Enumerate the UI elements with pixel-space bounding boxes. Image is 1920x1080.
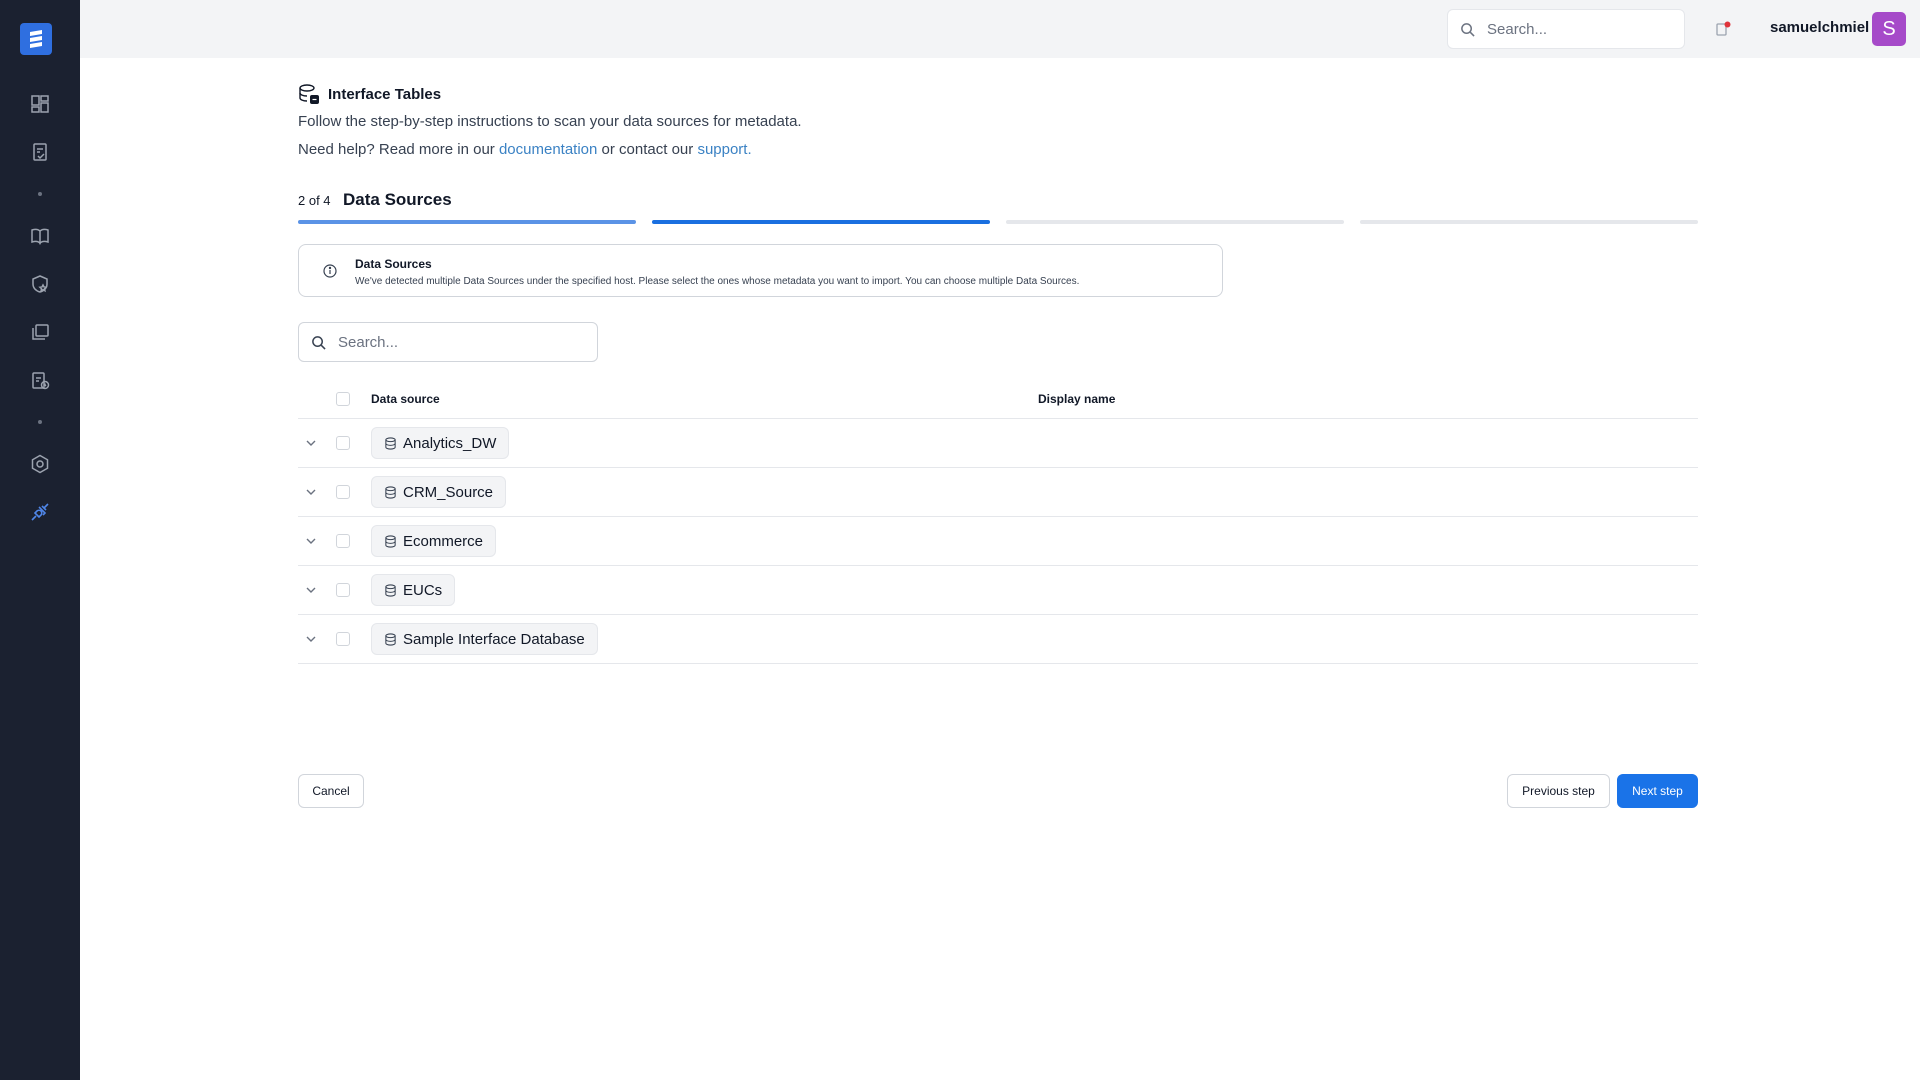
clipboard-clock-icon[interactable]	[28, 368, 52, 392]
topbar: samuelchmiel S	[80, 0, 1920, 58]
table-header: Data source Display name	[298, 379, 1698, 419]
table-row[interactable]: EUCs	[298, 566, 1698, 615]
chevron-down-icon[interactable]	[304, 534, 318, 548]
page-title: Interface Tables	[328, 85, 442, 103]
database-icon	[385, 436, 396, 450]
data-source-table: Data source Display name Analytics_DW CR…	[298, 379, 1698, 664]
info-description: We've detected multiple Data Sources und…	[355, 276, 1080, 287]
settings-hex-icon[interactable]	[28, 452, 52, 476]
row-checkbox[interactable]	[336, 485, 350, 499]
progress-step-2	[652, 220, 990, 224]
data-source-chip[interactable]: Ecommerce	[371, 525, 497, 557]
data-source-name: CRM_Source	[403, 483, 494, 501]
row-checkbox[interactable]	[336, 583, 350, 597]
chevron-down-icon[interactable]	[304, 436, 318, 450]
chevron-down-icon[interactable]	[304, 485, 318, 499]
help-text: Need help? Read more in our documentatio…	[298, 141, 752, 158]
nav-separator-dot	[38, 192, 42, 196]
global-search-input[interactable]	[1487, 20, 1667, 38]
data-source-chip[interactable]: Analytics_DW	[371, 427, 510, 459]
database-icon	[385, 485, 396, 499]
column-header-data-source: Data source	[371, 392, 440, 406]
table-search-box[interactable]	[298, 322, 598, 362]
next-step-button[interactable]: Next step	[1617, 774, 1698, 808]
dashboard-icon[interactable]	[28, 92, 52, 116]
progress-step-1	[298, 220, 636, 224]
row-checkbox[interactable]	[336, 534, 350, 548]
progress-step-3	[1006, 220, 1344, 224]
data-source-name: Analytics_DW	[403, 434, 497, 452]
nav-separator-dot	[38, 420, 42, 424]
avatar[interactable]: S	[1872, 12, 1906, 46]
app-logo-icon[interactable]	[20, 23, 52, 55]
table-row[interactable]: Analytics_DW	[298, 419, 1698, 468]
data-source-chip[interactable]: Sample Interface Database	[371, 623, 598, 655]
data-source-chip[interactable]: CRM_Source	[371, 476, 507, 508]
info-icon	[323, 264, 337, 278]
step-count: 2 of 4	[298, 193, 331, 208]
table-search-input[interactable]	[338, 333, 578, 351]
notification-bell-icon[interactable]	[1714, 20, 1732, 38]
database-icon	[385, 632, 396, 646]
username[interactable]: samuelchmiel	[1770, 19, 1869, 36]
help-middle: or contact our	[597, 141, 698, 158]
global-search-box[interactable]	[1447, 9, 1685, 49]
step-title: Data Sources	[343, 190, 452, 209]
previous-step-button[interactable]: Previous step	[1507, 774, 1610, 808]
support-link[interactable]: support.	[697, 141, 751, 158]
database-icon	[385, 583, 396, 597]
search-icon	[1461, 22, 1475, 37]
help-prefix: Need help? Read more in our	[298, 141, 499, 158]
column-header-display-name: Display name	[1038, 392, 1116, 406]
search-icon	[312, 335, 326, 350]
data-source-name: Ecommerce	[403, 532, 484, 550]
data-source-name: Sample Interface Database	[403, 630, 585, 648]
intro-text: Follow the step-by-step instructions to …	[298, 113, 802, 130]
table-row[interactable]: CRM_Source	[298, 468, 1698, 517]
sidebar	[0, 0, 80, 1080]
chevron-down-icon[interactable]	[304, 583, 318, 597]
clipboard-check-icon[interactable]	[28, 140, 52, 164]
book-icon[interactable]	[28, 224, 52, 248]
table-row[interactable]: Ecommerce	[298, 517, 1698, 566]
cancel-button[interactable]: Cancel	[298, 774, 364, 808]
folders-icon[interactable]	[28, 320, 52, 344]
progress-step-4	[1360, 220, 1698, 224]
table-row[interactable]: Sample Interface Database	[298, 615, 1698, 664]
info-callout: Data Sources We've detected multiple Dat…	[298, 244, 1223, 297]
data-source-chip[interactable]: EUCs	[371, 574, 456, 606]
chevron-down-icon[interactable]	[304, 632, 318, 646]
row-checkbox[interactable]	[336, 436, 350, 450]
plug-icon[interactable]	[28, 500, 52, 524]
shield-star-icon[interactable]	[28, 272, 52, 296]
page-title-row: Interface Tables	[298, 83, 441, 105]
data-source-name: EUCs	[403, 581, 443, 599]
info-title: Data Sources	[355, 257, 432, 271]
database-table-icon	[299, 84, 319, 104]
row-checkbox[interactable]	[336, 632, 350, 646]
documentation-link[interactable]: documentation	[499, 141, 597, 158]
database-icon	[385, 534, 396, 548]
select-all-checkbox[interactable]	[336, 392, 350, 406]
